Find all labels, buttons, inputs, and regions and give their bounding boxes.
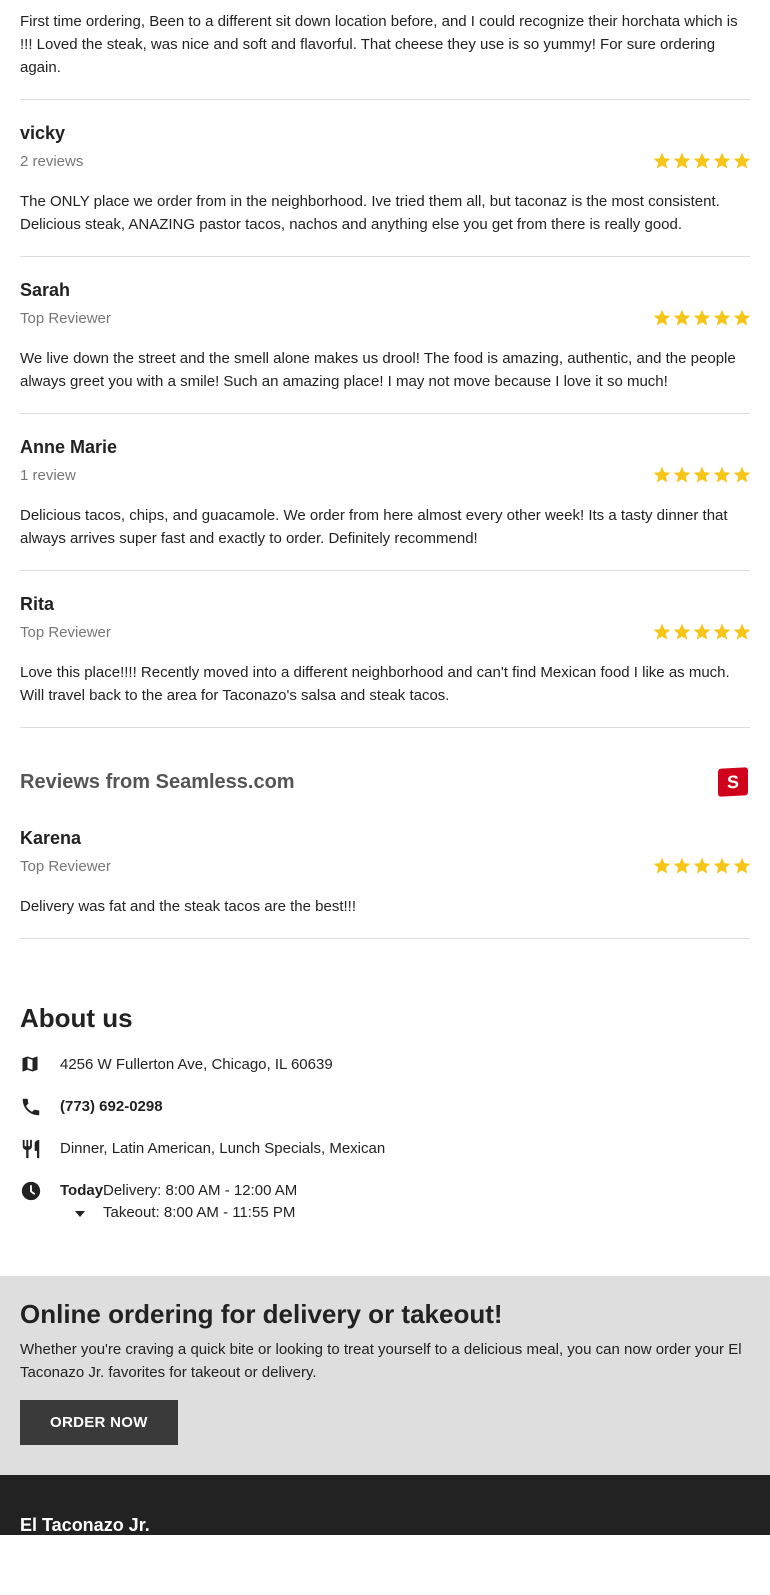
order-banner: Online ordering for delivery or takeout!… <box>0 1276 770 1475</box>
reviewer-subtitle: 1 review <box>20 466 76 484</box>
star-rating <box>652 465 752 485</box>
review-text: The ONLY place we order from in the neig… <box>20 193 720 233</box>
star-rating <box>652 622 752 642</box>
star-icon <box>733 466 751 483</box>
review-text: First time ordering, Been to a different… <box>20 13 738 76</box>
star-rating <box>652 308 752 328</box>
star-icon <box>693 466 711 483</box>
reviewer-name: Sarah <box>20 280 71 300</box>
review-text: Love this place!!!! Recently moved into … <box>20 664 730 704</box>
reviewer-subtitle: Top Reviewer <box>20 857 111 875</box>
star-icon <box>693 623 711 640</box>
footer-restaurant-name: El Taconazo Jr. <box>20 1515 150 1535</box>
reviewer-name: Anne Marie <box>20 437 118 457</box>
star-icon <box>733 309 751 326</box>
review-item: vicky 2 reviews The ONLY place we order … <box>20 100 752 257</box>
phone-link[interactable]: (773) 692-0298 <box>60 1096 163 1118</box>
review-item: First time ordering, Been to a different… <box>20 0 750 100</box>
clock-icon <box>20 1180 60 1202</box>
star-icon <box>673 152 691 169</box>
cuisines-text: Dinner, Latin American, Lunch Specials, … <box>60 1140 386 1157</box>
star-icon <box>673 466 691 483</box>
reviewer-name: Karena <box>20 828 82 848</box>
phone-row: (773) 692-0298 <box>20 1096 750 1118</box>
star-icon <box>713 309 731 326</box>
star-icon <box>733 623 751 640</box>
star-icon <box>693 309 711 326</box>
star-icon <box>653 152 671 169</box>
hours-toggle[interactable]: Today <box>60 1180 103 1224</box>
delivery-hours: Delivery: 8:00 AM - 12:00 AM <box>103 1182 298 1199</box>
star-icon <box>673 857 691 874</box>
phone-icon <box>20 1096 60 1118</box>
about-title: About us <box>20 1003 133 1033</box>
seamless-reviews-title: Reviews from Seamless.com <box>20 770 295 793</box>
star-rating <box>652 151 752 171</box>
address-text[interactable]: 4256 W Fullerton Ave, Chicago, IL 60639 <box>60 1054 333 1076</box>
reviewer-subtitle: Top Reviewer <box>20 623 111 641</box>
star-icon <box>713 623 731 640</box>
star-icon <box>713 152 731 169</box>
star-icon <box>653 623 671 640</box>
footer: El Taconazo Jr. <box>0 1475 770 1535</box>
cuisines-row: Dinner, Latin American, Lunch Specials, … <box>20 1138 750 1160</box>
star-icon <box>693 152 711 169</box>
takeout-hours: Takeout: 8:00 AM - 11:55 PM <box>103 1204 296 1221</box>
star-icon <box>713 466 731 483</box>
seamless-reviews-header: Reviews from Seamless.com S <box>20 728 750 797</box>
star-icon <box>693 857 711 874</box>
chevron-down-icon[interactable] <box>75 1211 85 1217</box>
star-icon <box>713 857 731 874</box>
address-row: 4256 W Fullerton Ave, Chicago, IL 60639 <box>20 1054 750 1076</box>
review-item: Anne Marie 1 review Delicious tacos, chi… <box>20 414 752 571</box>
star-icon <box>673 309 691 326</box>
map-icon <box>20 1054 60 1074</box>
star-icon <box>653 857 671 874</box>
reviewer-name: Rita <box>20 594 55 614</box>
review-item: Karena Top Reviewer Delivery was fat and… <box>20 796 752 939</box>
reviewer-name: vicky <box>20 123 66 143</box>
banner-title: Online ordering for delivery or takeout! <box>20 1299 503 1329</box>
star-icon <box>733 857 751 874</box>
banner-text: Whether you're craving a quick bite or l… <box>20 1341 742 1381</box>
reviewer-subtitle: 2 reviews <box>20 152 84 170</box>
review-text: We live down the street and the smell al… <box>20 350 736 390</box>
utensils-icon <box>20 1138 60 1160</box>
reviewer-subtitle: Top Reviewer <box>20 309 111 327</box>
review-text: Delicious tacos, chips, and guacamole. W… <box>20 507 728 547</box>
star-icon <box>653 466 671 483</box>
review-text: Delivery was fat and the steak tacos are… <box>20 898 357 915</box>
review-item: Rita Top Reviewer Love this place!!!! Re… <box>20 571 752 728</box>
today-label: Today <box>60 1182 104 1199</box>
star-rating <box>652 856 752 876</box>
hours-row: Today Delivery: 8:00 AM - 12:00 AM Takeo… <box>20 1180 750 1224</box>
star-icon <box>733 152 751 169</box>
order-now-button[interactable]: ORDER NOW <box>20 1400 178 1445</box>
seamless-logo-icon[interactable]: S <box>718 767 748 797</box>
review-item: Sarah Top Reviewer We live down the stre… <box>20 257 752 414</box>
star-icon <box>673 623 691 640</box>
star-icon <box>653 309 671 326</box>
